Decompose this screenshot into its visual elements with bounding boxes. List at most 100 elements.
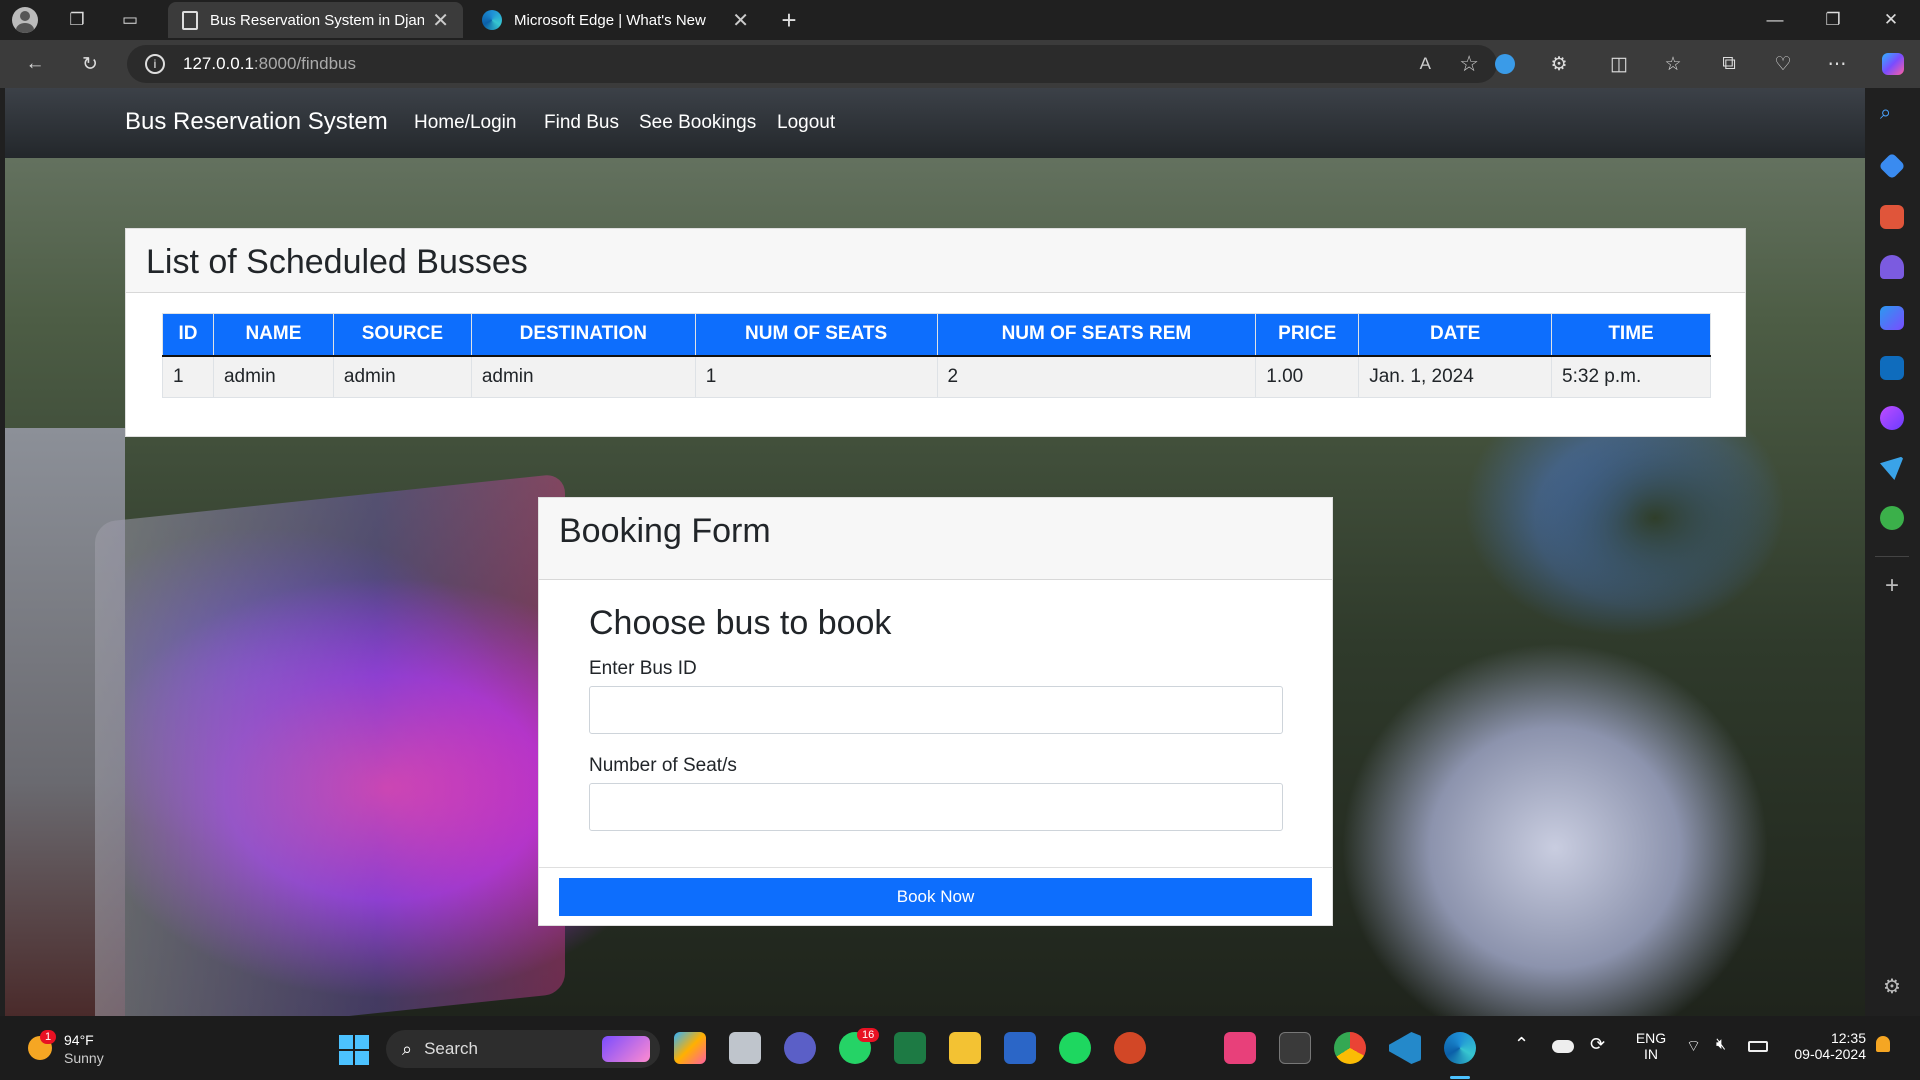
column-header: DESTINATION xyxy=(470,313,696,357)
spotify-icon[interactable] xyxy=(1059,1032,1091,1064)
num-seats-input[interactable] xyxy=(589,783,1283,831)
favorite-star-icon[interactable]: ☆ xyxy=(1459,51,1479,77)
extension-blue-icon[interactable] xyxy=(1490,50,1520,78)
new-tab-icon[interactable]: + xyxy=(776,5,802,35)
cell-price: 1.00 xyxy=(1255,355,1360,398)
card-footer-divider xyxy=(539,867,1332,868)
tools-briefcase-icon[interactable] xyxy=(1880,205,1904,229)
notification-bell-icon[interactable] xyxy=(1876,1036,1890,1052)
profile-avatar-icon[interactable] xyxy=(12,7,38,33)
cell-name: admin xyxy=(212,355,334,398)
taskbar-search-box[interactable]: ⌕ Search xyxy=(386,1030,660,1068)
outlook-icon[interactable] xyxy=(1880,356,1904,380)
clock[interactable]: 12:35 09-04-2024 xyxy=(1782,1030,1866,1062)
clipchamp-icon[interactable] xyxy=(1224,1032,1256,1064)
search-highlight-icon xyxy=(602,1036,650,1062)
excel-icon[interactable] xyxy=(894,1032,926,1064)
booking-form-title: Booking Form xyxy=(559,512,771,550)
close-window-icon[interactable]: ✕ xyxy=(1868,6,1914,34)
word-icon[interactable] xyxy=(1004,1032,1036,1064)
cell-id: 1 xyxy=(162,355,214,398)
show-hidden-icons-chevron-icon[interactable]: ⌃ xyxy=(1514,1034,1529,1055)
nav-logout[interactable]: Logout xyxy=(777,112,835,134)
search-icon: ⌕ xyxy=(402,1038,413,1059)
navbar-brand[interactable]: Bus Reservation System xyxy=(125,108,388,136)
bus-id-label: Enter Bus ID xyxy=(589,658,697,679)
column-header: DATE xyxy=(1358,313,1553,357)
nav-find-bus[interactable]: Find Bus xyxy=(544,112,619,134)
booking-subtitle: Choose bus to book xyxy=(589,604,892,642)
edge-active-indicator xyxy=(1450,1076,1470,1079)
tab-title: Microsoft Edge | What's New xyxy=(514,11,706,29)
bus-id-input[interactable] xyxy=(589,686,1283,734)
task-view-icon[interactable] xyxy=(729,1032,761,1064)
battery-icon[interactable] xyxy=(1748,1041,1768,1052)
read-aloud-icon[interactable]: A xyxy=(1420,54,1431,74)
file-explorer-icon[interactable] xyxy=(949,1032,981,1064)
whatsapp-badge: 16 xyxy=(857,1028,880,1042)
minimize-icon[interactable]: — xyxy=(1752,6,1798,34)
bus-list-header: List of Scheduled Busses xyxy=(126,229,1745,293)
collections-icon[interactable]: ⧉ xyxy=(1714,50,1744,78)
vscode-icon[interactable] xyxy=(1389,1032,1421,1064)
close-tab-icon[interactable]: ✕ xyxy=(732,8,749,33)
site-info-icon[interactable]: i xyxy=(145,54,165,74)
send-icon[interactable] xyxy=(1880,456,1904,480)
designer-icon[interactable] xyxy=(1880,406,1904,430)
nav-home-login[interactable]: Home/Login xyxy=(414,112,516,134)
tree-icon[interactable] xyxy=(1880,506,1904,530)
tab-bus-reservation[interactable]: Bus Reservation System in Djang ✕ xyxy=(168,2,463,38)
tab-actions-icon[interactable]: ▭ xyxy=(117,8,143,32)
column-header: ID xyxy=(162,313,214,357)
edge-sidebar: ⌕ + ⚙ xyxy=(1865,88,1920,1016)
chrome-icon[interactable] xyxy=(1334,1032,1366,1064)
more-menu-icon[interactable]: ⋯ xyxy=(1822,50,1852,78)
onedrive-cloud-icon[interactable] xyxy=(1552,1040,1574,1053)
split-screen-icon[interactable]: ◫ xyxy=(1604,50,1634,78)
shopping-tag-icon[interactable] xyxy=(1878,152,1906,180)
favorites-icon[interactable]: ☆ xyxy=(1658,50,1688,78)
powerpoint-icon[interactable] xyxy=(1114,1032,1146,1064)
cell-time: 5:32 p.m. xyxy=(1551,355,1711,398)
column-header: PRICE xyxy=(1255,313,1360,357)
browser-titlebar: ❐ ▭ Bus Reservation System in Djang ✕ Mi… xyxy=(0,0,1920,40)
table-header-row: ID NAME SOURCE DESTINATION NUM OF SEATS … xyxy=(162,313,1711,357)
workspaces-icon[interactable]: ❐ xyxy=(64,8,90,32)
extensions-icon[interactable]: ⚙ xyxy=(1544,50,1574,78)
copilot-pre-icon[interactable] xyxy=(674,1032,706,1064)
edge-icon[interactable] xyxy=(1444,1032,1476,1064)
refresh-icon[interactable]: ↻ xyxy=(75,50,105,78)
weather-desc: Sunny xyxy=(64,1050,104,1066)
language-indicator[interactable]: ENG IN xyxy=(1634,1030,1668,1062)
wifi-icon[interactable]: ⌔ xyxy=(1686,1036,1701,1056)
teams-meet-icon[interactable] xyxy=(784,1032,816,1064)
navbar: Bus Reservation System Home/Login Find B… xyxy=(5,88,1865,158)
web-page: Bus Reservation System Home/Login Find B… xyxy=(5,88,1865,1016)
sync-icon[interactable]: ⟳ xyxy=(1590,1034,1605,1055)
settings-gear-icon[interactable]: ⚙ xyxy=(1880,974,1904,998)
weather-widget[interactable]: 1 94°F Sunny xyxy=(22,1030,122,1070)
microsoft-365-icon[interactable] xyxy=(1880,306,1904,330)
restore-icon[interactable]: ❐ xyxy=(1810,6,1856,34)
weather-temp: 94°F xyxy=(64,1032,94,1048)
browser-essentials-icon[interactable]: ♡ xyxy=(1768,50,1798,78)
volume-muted-icon[interactable]: 🔇︎ xyxy=(1716,1036,1726,1054)
add-icon[interactable]: + xyxy=(1880,572,1904,599)
games-icon[interactable] xyxy=(1880,255,1904,279)
nav-see-bookings[interactable]: See Bookings xyxy=(639,112,756,134)
browser-toolbar: ← ↻ i 127.0.0.1:8000/findbus A ☆ ⚙ ◫ ☆ ⧉… xyxy=(0,40,1920,88)
copilot-icon[interactable] xyxy=(1878,50,1908,78)
column-header: NAME xyxy=(212,313,334,357)
back-icon[interactable]: ← xyxy=(20,50,50,78)
document-icon xyxy=(182,10,198,30)
address-bar[interactable]: i 127.0.0.1:8000/findbus A ☆ xyxy=(127,45,1497,83)
tab-edge-whats-new[interactable]: Microsoft Edge | What's New ✕ xyxy=(468,2,763,38)
clock-time: 12:35 xyxy=(1830,1030,1866,1046)
sidebar-divider xyxy=(1875,556,1909,557)
search-icon[interactable]: ⌕ xyxy=(1880,102,1904,126)
close-tab-icon[interactable]: ✕ xyxy=(432,8,449,33)
book-now-button[interactable]: Book Now xyxy=(559,878,1312,916)
terminal-icon[interactable] xyxy=(1279,1032,1311,1064)
bus-list-card: List of Scheduled Busses ID NAME SOURCE … xyxy=(125,228,1746,437)
start-windows-icon[interactable] xyxy=(339,1035,369,1065)
